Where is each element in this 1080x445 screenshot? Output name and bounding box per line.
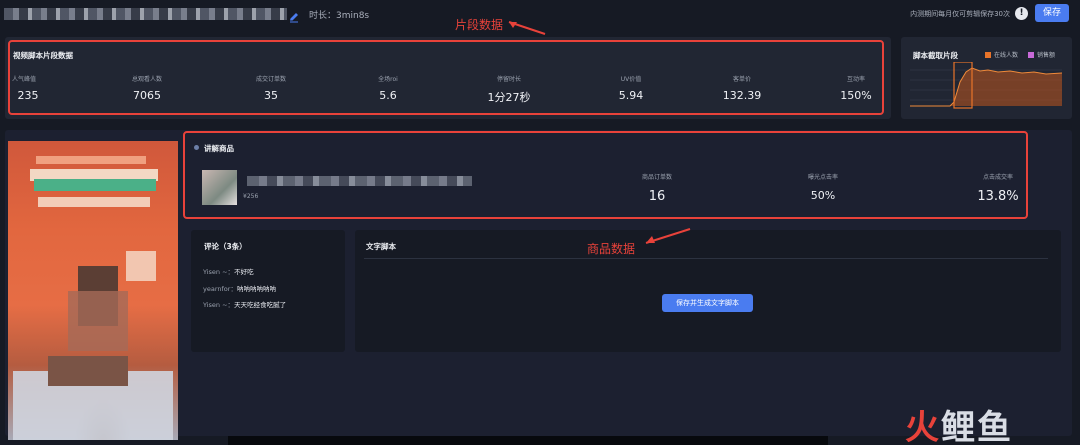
save-limit-notice: 内测期间每月仅可剪辑保存30次 — [910, 10, 1010, 18]
metric-value: 150% — [840, 89, 872, 102]
clip-mini-chart[interactable] — [910, 62, 1062, 110]
metric-value: 7065 — [133, 89, 161, 102]
legend-swatch — [985, 52, 991, 58]
product-metric-orders: 商品订单数 16 — [607, 172, 707, 204]
comment-text: 呐呐呐呐呐呐 — [236, 285, 276, 293]
annotation-arrow-segment — [508, 21, 546, 35]
metric-value: 5.6 — [379, 89, 397, 102]
product-metric-conversion: 点击成交率 13.8% — [948, 172, 1048, 204]
metric-label: 互动率 — [846, 76, 865, 83]
comment-user: yearnfor： — [203, 285, 237, 293]
save-button[interactable]: 保存 — [1035, 4, 1069, 22]
product-metric-label: 曝光点击率 — [807, 174, 838, 181]
script-divider — [364, 258, 1048, 259]
legend-sales: 销售额 — [1028, 50, 1055, 59]
watermark-logo: 火鲤鱼 — [905, 400, 1013, 445]
blurred-product-name — [247, 176, 472, 186]
product-metric-value: 50% — [810, 189, 836, 202]
comment-item: Yisen ~：天天吃经食吃腻了 — [203, 299, 286, 309]
video-pixel-block — [48, 356, 128, 386]
video-pixel-block — [68, 291, 128, 351]
legend-label: 在线人数 — [994, 52, 1019, 59]
info-icon[interactable]: ! — [1015, 7, 1028, 20]
video-pixel-block — [126, 251, 156, 281]
product-metric-value: 13.8% — [977, 189, 1019, 204]
clip-chart-title: 脚本截取片段 — [913, 51, 958, 60]
metric-dwell-time: 停留时长 1分27秒 — [469, 74, 549, 105]
comments-title: 评论（3条） — [204, 242, 247, 251]
product-metric-ctr: 曝光点击率 50% — [773, 172, 873, 202]
product-thumbnail[interactable] — [202, 170, 237, 205]
segment-panel-title: 视频脚本片段数据 — [13, 51, 73, 60]
metric-value: 1分27秒 — [487, 91, 531, 104]
metric-label: 人气峰值 — [12, 76, 37, 83]
video-pixel-block — [36, 156, 146, 164]
watermark-part1: 火 — [905, 408, 941, 445]
comment-text: 不好吃 — [234, 268, 254, 276]
comment-user: Yisen ~： — [203, 301, 235, 309]
video-pixel-block — [38, 197, 150, 207]
comment-text: 天天吃经食吃腻了 — [234, 301, 287, 309]
annotation-arrow-product — [645, 228, 691, 244]
metric-value: 35 — [264, 89, 278, 102]
metric-orders: 成交订单数 35 — [231, 74, 311, 102]
metric-peak-popularity: 人气峰值 235 — [0, 74, 68, 102]
comment-item: Yisen ~：不好吃 — [203, 266, 254, 276]
product-panel-title: 讲解商品 — [204, 144, 234, 153]
blurred-video-title — [4, 8, 287, 20]
metric-label: 停留时长 — [496, 76, 521, 83]
product-metric-label: 商品订单数 — [641, 174, 672, 181]
metric-value: 5.94 — [618, 89, 644, 102]
metric-label: 客单价 — [732, 76, 751, 83]
comment-user: Yisen ~： — [203, 268, 235, 276]
legend-swatch — [1028, 52, 1034, 58]
metric-value: 235 — [17, 89, 39, 102]
bottom-strip — [228, 436, 828, 445]
watermark-part2: 鲤鱼 — [941, 408, 1013, 445]
metric-avg-order-price: 客单价 132.39 — [702, 74, 782, 102]
product-highlight-box — [183, 131, 1028, 219]
product-metric-label: 点击成交率 — [982, 174, 1013, 181]
duration-text: 时长：3min8s — [309, 11, 370, 21]
product-title-dot — [194, 145, 199, 150]
metric-interaction-rate: 互动率 150% — [816, 74, 896, 102]
legend-label: 销售额 — [1037, 52, 1056, 59]
metric-label: 全场roi — [378, 76, 398, 83]
metric-uv-value: UV价值 5.94 — [591, 74, 671, 102]
legend-online-users: 在线人数 — [985, 50, 1018, 59]
video-preview[interactable] — [8, 141, 178, 440]
annotation-product-data: 商品数据 — [587, 242, 636, 256]
video-pixel-block — [34, 179, 156, 191]
text-script-title: 文字脚本 — [366, 242, 396, 251]
product-price: ¥256 — [243, 193, 259, 200]
text-script-panel — [355, 230, 1061, 352]
metric-label: 总观看人数 — [131, 76, 162, 83]
metric-total-viewers: 总观看人数 7065 — [107, 74, 187, 102]
generate-script-button[interactable]: 保存并生成文字脚本 — [662, 294, 753, 312]
metric-value: 132.39 — [722, 89, 762, 102]
edit-pencil-icon[interactable] — [288, 8, 300, 23]
metric-roi: 全场roi 5.6 — [348, 74, 428, 102]
metric-label: 成交订单数 — [255, 76, 286, 83]
comment-item: yearnfor：呐呐呐呐呐呐 — [203, 283, 276, 293]
product-metric-value: 16 — [648, 189, 666, 204]
annotation-segment-data: 片段数据 — [455, 18, 504, 32]
metric-label: UV价值 — [620, 76, 642, 83]
